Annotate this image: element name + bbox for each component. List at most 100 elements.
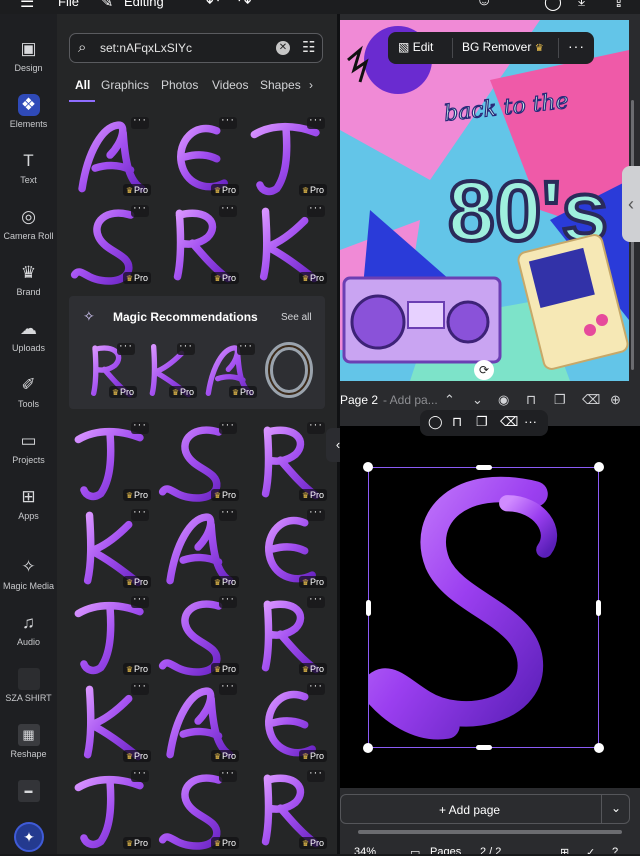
more-options-icon[interactable]: ··· xyxy=(219,768,237,782)
more-options-icon[interactable]: ··· xyxy=(307,115,325,129)
rail-brand[interactable]: ♛ Brand xyxy=(0,262,57,297)
tab-graphics[interactable]: Graphics xyxy=(101,78,149,92)
rail-magic-media[interactable]: ✧ Magic Media xyxy=(0,556,57,591)
page-1-design[interactable]: back to the 80's ▧ Edit BG Remover ♛ ··· xyxy=(340,20,629,381)
element-tile[interactable]: ··· ♛Pro xyxy=(69,419,153,503)
more-options-icon[interactable]: ··· xyxy=(131,507,149,521)
element-tile[interactable]: ··· ♛Pro xyxy=(69,767,153,851)
more-options-icon[interactable]: ··· xyxy=(237,341,255,355)
trash-icon[interactable]: ⌫ xyxy=(582,392,600,408)
chevron-down-icon[interactable]: ⌄ xyxy=(611,801,621,815)
element-tile[interactable]: ··· ♛Pro xyxy=(79,340,139,400)
element-tile[interactable]: ··· ♛Pro xyxy=(139,340,199,400)
magic-assistant-button[interactable]: ✦ xyxy=(14,822,44,852)
more-options-icon[interactable]: ··· xyxy=(219,507,237,521)
resize-handle-right[interactable] xyxy=(596,600,601,616)
rail-projects[interactable]: ▭ Projects xyxy=(0,430,57,465)
element-tile[interactable] xyxy=(261,342,317,398)
lock-icon[interactable]: ⊓ xyxy=(526,392,536,408)
more-options-icon[interactable]: ··· xyxy=(177,341,195,355)
element-tile[interactable]: ··· ♛Pro xyxy=(157,202,241,286)
rail-camera-roll[interactable]: ◎ Camera Roll xyxy=(0,206,57,241)
element-tile[interactable]: ··· ♛Pro xyxy=(245,767,329,851)
clear-search-icon[interactable]: ✕ xyxy=(276,41,290,55)
tab-videos[interactable]: Videos xyxy=(212,78,248,92)
more-options-icon[interactable]: ··· xyxy=(219,420,237,434)
element-tile[interactable]: ··· ♛Pro xyxy=(69,114,153,198)
rail-audio[interactable]: ♫ Audio xyxy=(0,612,57,647)
more-options-icon[interactable]: ··· xyxy=(131,115,149,129)
resize-handle-br[interactable] xyxy=(594,743,604,753)
more-options-icon[interactable]: ··· xyxy=(219,681,237,695)
comment-icon[interactable]: ◯ xyxy=(544,0,562,12)
comment-add-icon[interactable]: ◯ xyxy=(428,414,443,430)
download-icon[interactable]: ⤓ xyxy=(578,0,585,10)
more-options-icon[interactable]: ··· xyxy=(307,768,325,782)
more-options-icon[interactable]: ··· xyxy=(219,203,237,217)
resize-handle-bottom[interactable] xyxy=(476,745,492,750)
rail-sza-shirt[interactable]: SZA SHIRT xyxy=(0,668,57,703)
more-options-icon[interactable]: ··· xyxy=(307,203,325,217)
element-tile[interactable]: ··· ♛Pro xyxy=(69,593,153,677)
more-options-icon[interactable]: ··· xyxy=(307,420,325,434)
eye-icon[interactable]: ◉ xyxy=(498,392,509,408)
check-icon[interactable]: ✓ xyxy=(586,846,595,854)
edit-image-button[interactable]: ▧ Edit xyxy=(398,40,433,54)
element-tile[interactable]: ··· ♛Pro xyxy=(157,767,241,851)
more-options-icon[interactable]: ··· xyxy=(131,768,149,782)
rail-text[interactable]: T Text xyxy=(0,150,57,185)
element-tile[interactable]: ··· ♛Pro xyxy=(245,419,329,503)
more-options-icon[interactable]: ··· xyxy=(307,507,325,521)
collaborators-icon[interactable]: ☺ xyxy=(476,0,492,10)
more-options-icon[interactable]: ··· xyxy=(307,681,325,695)
element-tile[interactable]: ··· ♛Pro xyxy=(69,680,153,764)
element-tile[interactable]: ··· ♛Pro xyxy=(245,202,329,286)
resize-handle-left[interactable] xyxy=(366,600,371,616)
tab-photos[interactable]: Photos xyxy=(161,78,198,92)
more-options-icon[interactable]: ··· xyxy=(131,594,149,608)
element-tile[interactable]: ··· ♛Pro xyxy=(157,593,241,677)
more-options-icon[interactable]: ··· xyxy=(117,341,135,355)
more-options-icon[interactable]: ··· xyxy=(568,38,585,54)
element-tile[interactable]: ··· ♛Pro xyxy=(157,114,241,198)
chevron-right-icon[interactable]: › xyxy=(309,78,313,92)
search-box[interactable]: ⌕ set:nAFqxLxSIYc ✕ ☷ xyxy=(69,33,323,63)
element-tile[interactable]: ··· ♛Pro xyxy=(245,506,329,590)
resize-handle-bl[interactable] xyxy=(363,743,373,753)
pages-button[interactable]: Pages xyxy=(430,846,461,854)
more-options-icon[interactable]: ··· xyxy=(219,115,237,129)
undo-icon[interactable]: ↶ xyxy=(206,0,219,12)
rail-design[interactable]: ▣ Design xyxy=(0,38,57,73)
rail-apps[interactable]: ⊞ Apps xyxy=(0,486,57,521)
share-icon[interactable]: ⇪ xyxy=(612,0,625,12)
rail-elements[interactable]: ❖ Elements xyxy=(0,94,57,129)
search-input[interactable]: set:nAFqxLxSIYc xyxy=(100,41,192,55)
rail-uploads[interactable]: ☁ Uploads xyxy=(0,318,57,353)
zoom-level[interactable]: 34% xyxy=(354,846,376,854)
tab-shapes[interactable]: Shapes xyxy=(260,78,301,92)
file-menu[interactable]: File xyxy=(58,0,79,9)
add-page-button[interactable]: + Add page ⌄ xyxy=(340,794,630,824)
element-tile[interactable]: ··· ♛Pro xyxy=(245,680,329,764)
chevron-down-icon[interactable]: ⌄ xyxy=(472,392,483,408)
element-tile[interactable]: ··· ♛Pro xyxy=(199,340,259,400)
bg-remover-button[interactable]: BG Remover ♛ xyxy=(462,40,544,54)
filter-icon[interactable]: ☷ xyxy=(302,38,315,56)
rail-tools[interactable]: ✐ Tools xyxy=(0,374,57,409)
trash-icon[interactable]: ⌫ xyxy=(500,414,518,430)
resize-handle-tr[interactable] xyxy=(594,462,604,472)
more-options-icon[interactable]: ··· xyxy=(219,594,237,608)
rail-extra[interactable]: ▬ xyxy=(0,780,57,802)
help-icon[interactable]: ? xyxy=(612,846,618,854)
lock-icon[interactable]: ⊓ xyxy=(452,414,462,430)
tab-all[interactable]: All xyxy=(75,78,90,92)
editing-mode-button[interactable]: Editing xyxy=(124,0,164,9)
resize-handle-top[interactable] xyxy=(476,465,492,470)
see-all-link[interactable]: See all xyxy=(281,312,312,323)
duplicate-icon[interactable]: ❐ xyxy=(476,414,488,430)
more-options-icon[interactable]: ··· xyxy=(131,203,149,217)
grid-view-icon[interactable]: ⊞ xyxy=(560,846,569,854)
more-options-icon[interactable]: ··· xyxy=(524,414,537,429)
add-page-icon[interactable]: ⊕ xyxy=(610,392,621,408)
element-tile[interactable]: ··· ♛Pro xyxy=(245,114,329,198)
